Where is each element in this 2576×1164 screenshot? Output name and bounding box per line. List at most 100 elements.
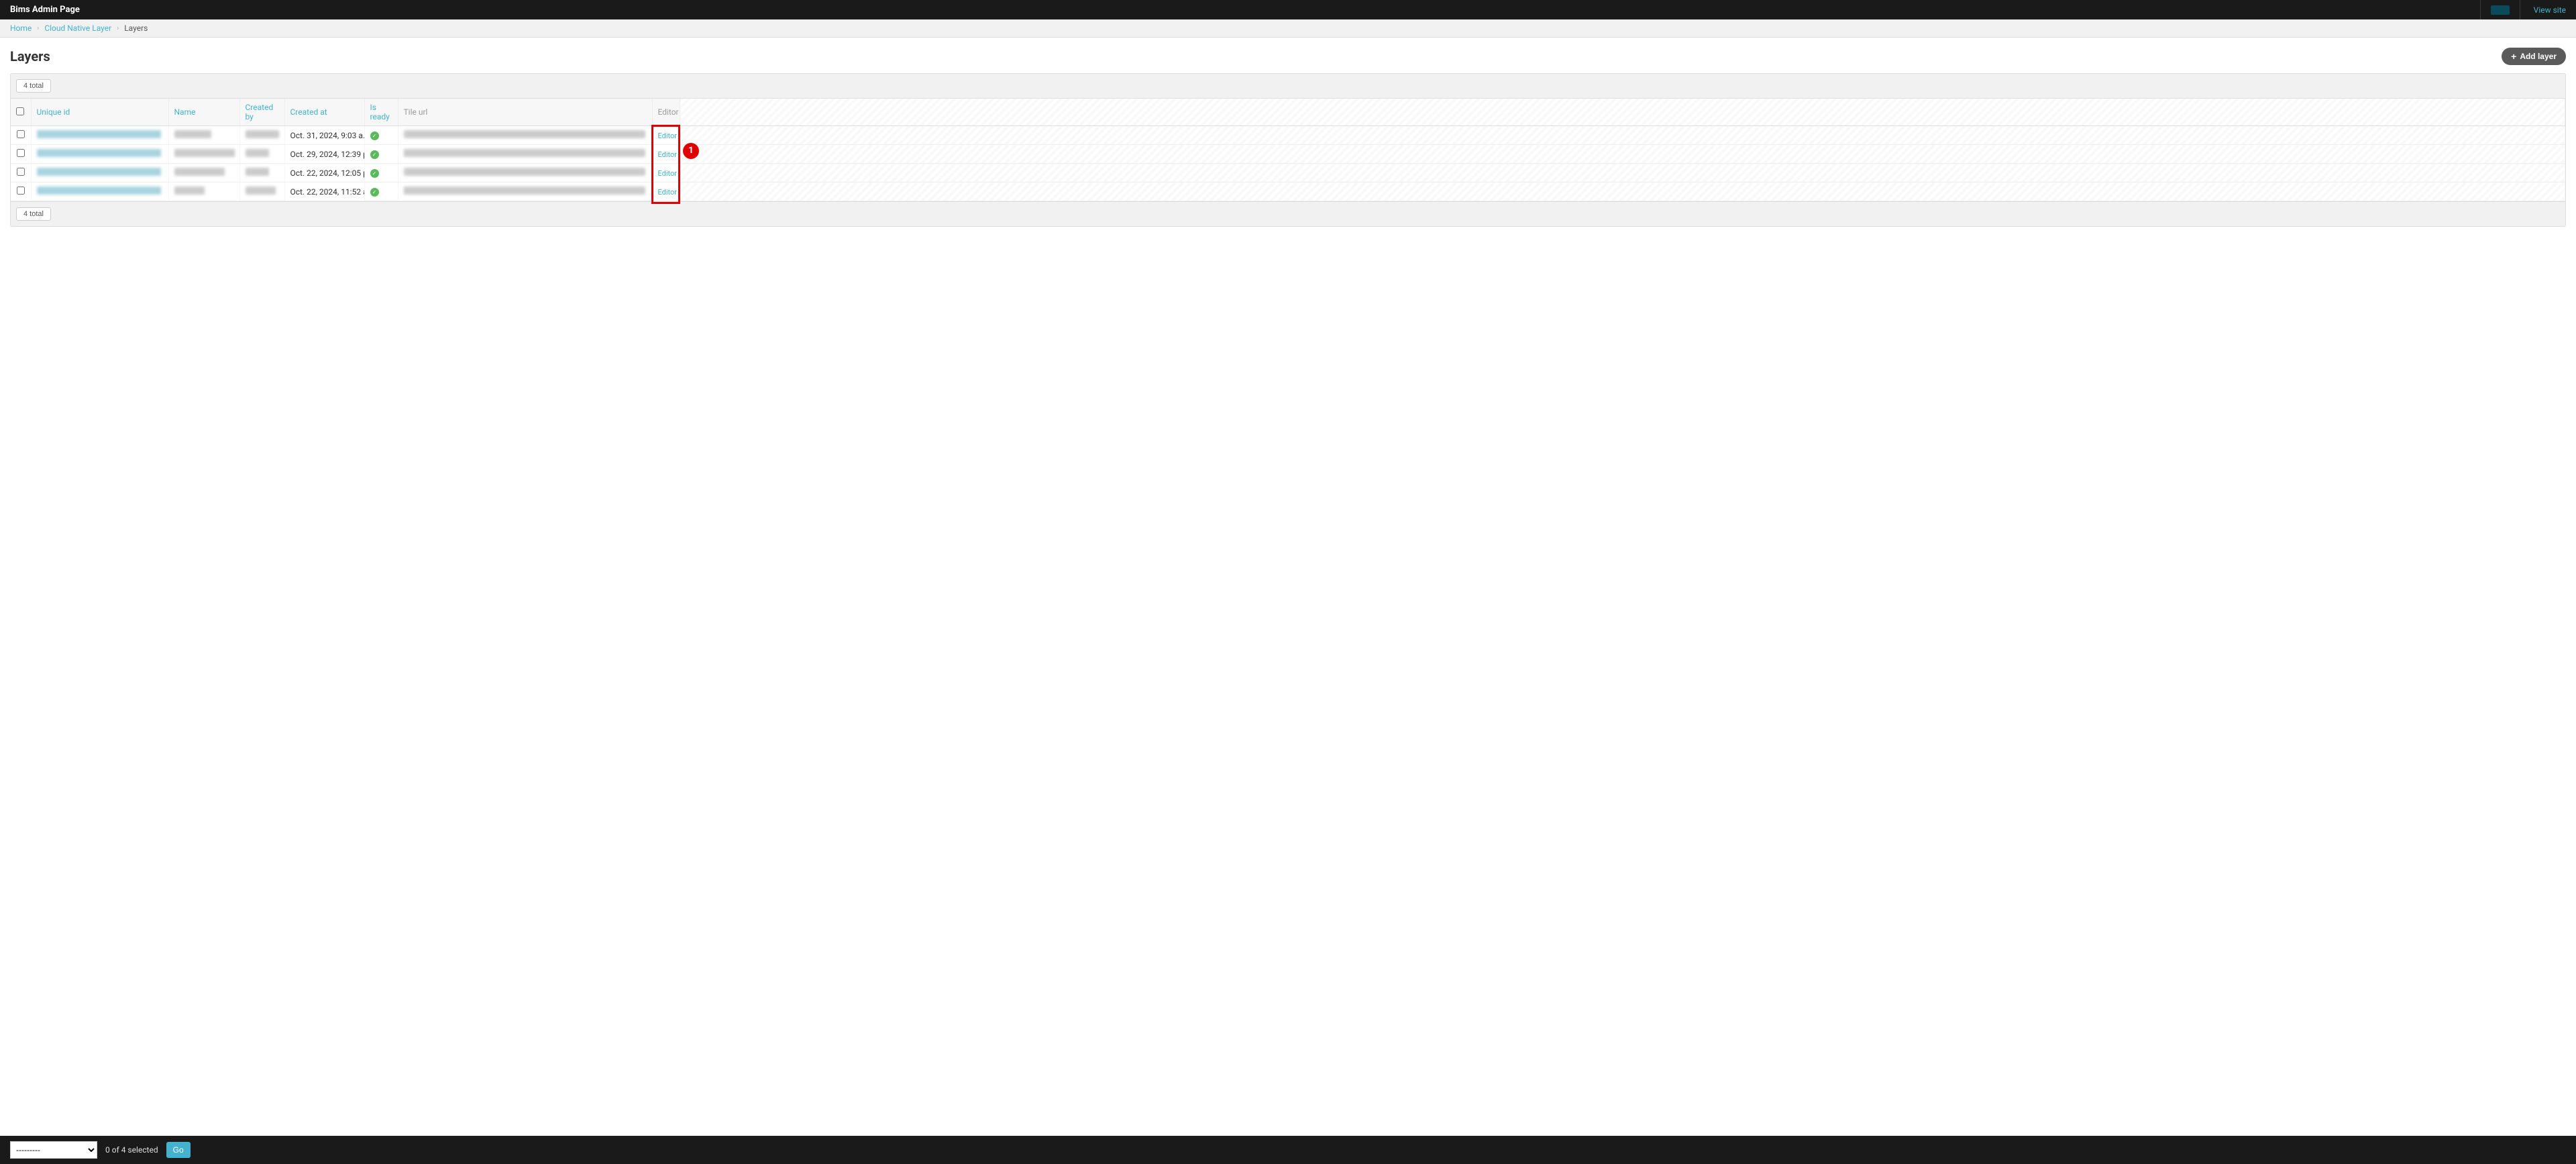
row-is-ready: ✓ — [364, 126, 398, 145]
plus-icon: + — [2511, 51, 2516, 62]
row-filler — [680, 145, 2565, 164]
col-name[interactable]: Name — [168, 99, 239, 126]
row-created-by — [239, 145, 284, 164]
row-checkbox-cell — [11, 145, 31, 164]
table-row: Oct. 29, 2024, 12:39 p.m. ✓ Editor — [11, 145, 2565, 164]
layers-table: Unique id Name Created by Created at Is … — [11, 99, 2565, 201]
header-right: View site — [2480, 0, 2566, 19]
row-created-at: Oct. 22, 2024, 12:05 p.m. — [284, 164, 364, 182]
editor-link[interactable]: Editor — [658, 188, 678, 197]
row-editor-cell: Editor — [652, 126, 680, 145]
redacted-content — [174, 149, 235, 157]
row-is-ready: ✓ — [364, 182, 398, 201]
row-checkbox-cell — [11, 182, 31, 201]
action-footer: --------- 0 of 4 selected Go — [0, 1136, 2576, 1164]
col-created-at[interactable]: Created at — [284, 99, 364, 126]
view-site-link[interactable]: View site — [2527, 5, 2566, 15]
redacted-content — [404, 149, 645, 157]
row-created-by — [239, 164, 284, 182]
total-count-top[interactable]: 4 total — [16, 79, 51, 93]
row-unique-id[interactable] — [31, 145, 168, 164]
selection-count: 0 of 4 selected — [105, 1145, 158, 1155]
row-created-at: Oct. 29, 2024, 12:39 p.m. — [284, 145, 364, 164]
redacted-content — [404, 187, 645, 195]
breadcrumb-home[interactable]: Home — [10, 23, 32, 33]
row-checkbox[interactable] — [17, 149, 25, 157]
table-toolbar-top: 4 total — [11, 74, 2565, 99]
admin-title: Bims Admin Page — [10, 5, 80, 15]
row-unique-id[interactable] — [31, 182, 168, 201]
row-filler — [680, 126, 2565, 145]
editor-link[interactable]: Editor — [658, 131, 678, 140]
col-is-ready[interactable]: Is ready — [364, 99, 398, 126]
row-is-ready: ✓ — [364, 145, 398, 164]
chevron-right-icon: › — [117, 25, 119, 32]
row-created-at: Oct. 22, 2024, 11:52 a.m. — [284, 182, 364, 201]
row-tile-url — [398, 164, 652, 182]
row-filler — [680, 182, 2565, 201]
row-checkbox[interactable] — [17, 168, 25, 176]
row-created-at: Oct. 31, 2024, 9:03 a.m. — [284, 126, 364, 145]
table-row: Oct. 22, 2024, 12:05 p.m. ✓ Editor — [11, 164, 2565, 182]
redacted-content — [174, 168, 225, 176]
col-created-by[interactable]: Created by — [239, 99, 284, 126]
table-header-row: Unique id Name Created by Created at Is … — [11, 99, 2565, 126]
row-name — [168, 164, 239, 182]
table-row: Oct. 22, 2024, 11:52 a.m. ✓ Editor — [11, 182, 2565, 201]
redacted-content — [404, 130, 645, 138]
top-header: Bims Admin Page View site — [0, 0, 2576, 19]
check-circle-icon: ✓ — [370, 131, 379, 140]
select-all-header — [11, 99, 31, 126]
redacted-content — [246, 130, 279, 138]
check-circle-icon: ✓ — [370, 169, 379, 178]
row-checkbox[interactable] — [17, 187, 25, 195]
table-wrapper: 4 total Unique id Name Created by — [10, 73, 2566, 227]
page-title: Layers — [10, 48, 50, 64]
row-unique-id[interactable] — [31, 164, 168, 182]
total-count-bottom[interactable]: 4 total — [16, 207, 51, 221]
col-unique-id[interactable]: Unique id — [31, 99, 168, 126]
table-toolbar-bottom: 4 total — [11, 201, 2565, 226]
row-editor-cell: Editor — [652, 145, 680, 164]
breadcrumb-parent[interactable]: Cloud Native Layer — [44, 23, 111, 33]
content: Layers + Add layer 4 total — [0, 38, 2576, 237]
editor-link[interactable]: Editor — [658, 169, 678, 178]
table-row: Oct. 31, 2024, 9:03 a.m. ✓ Editor — [11, 126, 2565, 145]
redacted-content — [37, 168, 161, 176]
add-layer-label: Add layer — [2520, 52, 2557, 61]
select-all-checkbox[interactable] — [16, 107, 24, 115]
col-filler — [680, 99, 2565, 126]
user-block[interactable] — [2480, 0, 2520, 19]
row-created-by — [239, 126, 284, 145]
table-body: Oct. 31, 2024, 9:03 a.m. ✓ Editor Oct. 2… — [11, 126, 2565, 201]
redacted-content — [174, 130, 211, 138]
row-name — [168, 126, 239, 145]
redacted-content — [37, 149, 161, 157]
row-name — [168, 145, 239, 164]
redacted-content — [174, 187, 205, 195]
add-layer-button[interactable]: + Add layer — [2502, 48, 2566, 65]
redacted-content — [404, 168, 645, 176]
row-editor-cell: Editor — [652, 182, 680, 201]
row-checkbox-cell — [11, 164, 31, 182]
action-select[interactable]: --------- — [10, 1141, 97, 1159]
col-editor: Editor — [652, 99, 680, 126]
chevron-right-icon: › — [37, 25, 39, 32]
check-circle-icon: ✓ — [370, 188, 379, 197]
row-checkbox-cell — [11, 126, 31, 145]
redacted-content — [37, 130, 161, 138]
row-tile-url — [398, 182, 652, 201]
row-checkbox[interactable] — [17, 130, 25, 138]
breadcrumb: Home › Cloud Native Layer › Layers — [0, 19, 2576, 38]
row-created-by — [239, 182, 284, 201]
row-tile-url — [398, 126, 652, 145]
check-circle-icon: ✓ — [370, 150, 379, 159]
user-avatar — [2491, 5, 2510, 15]
annotation-marker: 1 — [683, 143, 699, 159]
go-button[interactable]: Go — [166, 1142, 191, 1158]
redacted-content — [246, 149, 269, 157]
col-tile-url: Tile url — [398, 99, 652, 126]
editor-link[interactable]: Editor — [658, 150, 678, 159]
row-filler — [680, 164, 2565, 182]
row-unique-id[interactable] — [31, 126, 168, 145]
